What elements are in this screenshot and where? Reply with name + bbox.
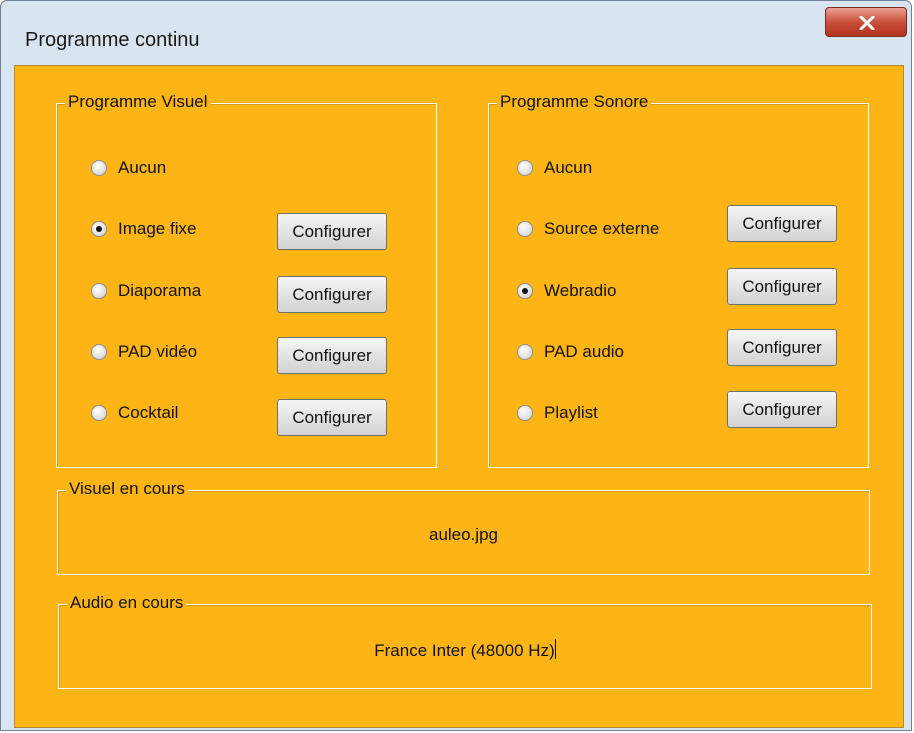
visual-program-group-label: Programme Visuel xyxy=(65,92,211,112)
audio-radio-webradio[interactable] xyxy=(517,283,533,299)
visual-option-label: PAD vidéo xyxy=(118,342,198,361)
audio-option-label: PAD audio xyxy=(544,342,625,361)
configure-image-fixe-button[interactable]: Configurer xyxy=(277,213,387,250)
current-audio-value: France Inter (48000 Hz) xyxy=(374,641,555,660)
audio-option-label: Playlist xyxy=(544,403,598,422)
configure-pad-audio-button[interactable]: Configurer xyxy=(727,329,837,366)
current-audio-group: Audio en cours France Inter (48000 Hz) xyxy=(58,593,872,689)
configure-playlist-button[interactable]: Configurer xyxy=(727,391,837,428)
current-visual-value: auleo.jpg xyxy=(428,525,498,544)
configure-diaporama-button[interactable]: Configurer xyxy=(277,276,387,313)
visual-option-label: Diaporama xyxy=(118,281,202,300)
audio-option-label: Source externe xyxy=(544,219,660,238)
visual-option-label: Aucun xyxy=(118,158,167,177)
close-icon xyxy=(859,16,875,30)
audio-radio-aucun[interactable] xyxy=(517,160,533,176)
visual-radio-cocktail[interactable] xyxy=(91,405,107,421)
close-button[interactable] xyxy=(825,7,907,37)
audio-program-group-label: Programme Sonore xyxy=(497,92,652,112)
visual-option-label: Image fixe xyxy=(118,219,197,238)
visual-program-group: Programme Visuel Aucun Image fixe Config… xyxy=(56,92,437,468)
configure-source-externe-button[interactable]: Configurer xyxy=(727,205,837,242)
audio-program-group: Programme Sonore Aucun Source externe Co… xyxy=(488,92,869,468)
audio-radio-source-externe[interactable] xyxy=(517,221,533,237)
current-visual-label: Visuel en cours xyxy=(66,479,188,499)
dialog-client-area: Programme Visuel Aucun Image fixe Config… xyxy=(14,65,904,728)
text-cursor xyxy=(554,639,556,659)
current-visual-group: Visuel en cours auleo.jpg xyxy=(57,479,870,575)
audio-option-label: Aucun xyxy=(544,158,593,177)
audio-radio-pad-audio[interactable] xyxy=(517,344,533,360)
configure-webradio-button[interactable]: Configurer xyxy=(727,268,837,305)
dialog-window: Programme continu Programme Visuel Aucun… xyxy=(0,0,912,731)
visual-radio-diaporama[interactable] xyxy=(91,283,107,299)
current-audio-text: France Inter (48000 Hz) xyxy=(59,639,871,661)
visual-radio-pad-video[interactable] xyxy=(91,344,107,360)
title-bar[interactable]: Programme continu xyxy=(1,1,911,65)
audio-option-label: Webradio xyxy=(544,281,617,300)
audio-radio-playlist[interactable] xyxy=(517,405,533,421)
visual-radio-aucun[interactable] xyxy=(91,160,107,176)
visual-option-label: Cocktail xyxy=(118,403,179,422)
window-title: Programme continu xyxy=(25,29,200,51)
configure-pad-video-button[interactable]: Configurer xyxy=(277,337,387,374)
current-audio-label: Audio en cours xyxy=(67,593,187,613)
configure-cocktail-button[interactable]: Configurer xyxy=(277,399,387,436)
visual-radio-image-fixe[interactable] xyxy=(91,221,107,237)
